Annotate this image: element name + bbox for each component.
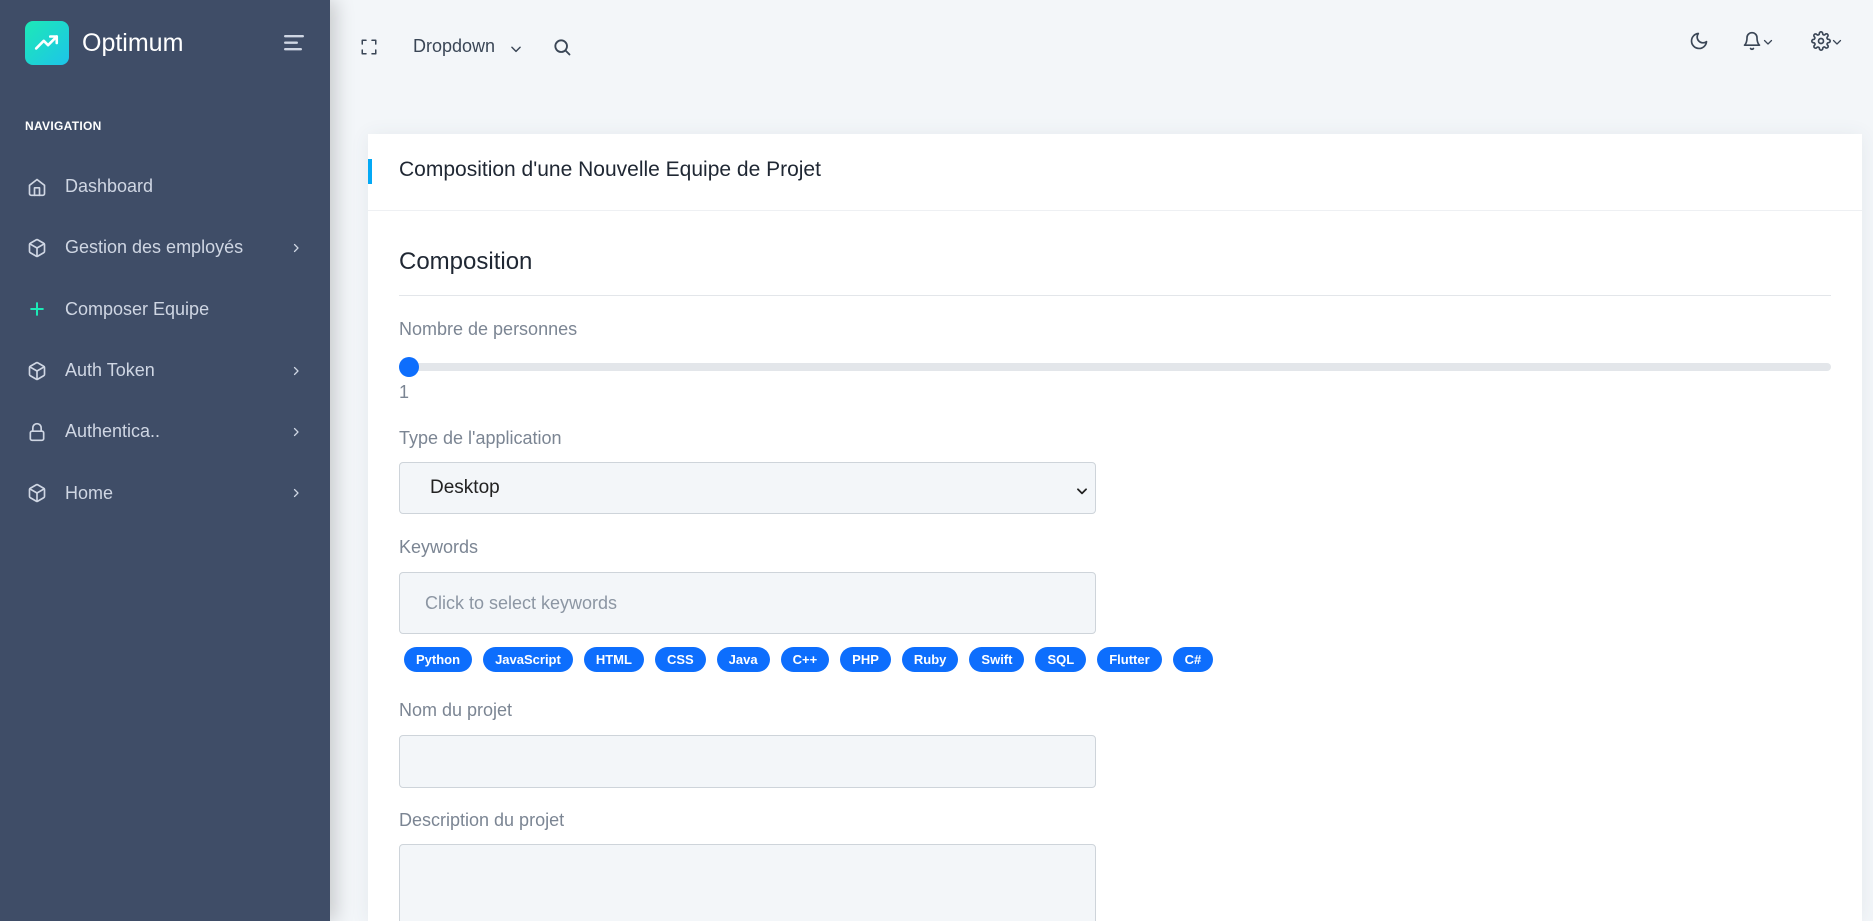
section-title: Composition [399,248,533,275]
brand[interactable]: Optimum [25,21,183,65]
chevron-down-icon [1762,35,1774,53]
lock-icon [27,422,47,442]
team-size-slider-thumb[interactable] [399,357,419,377]
keyword-chip[interactable]: JavaScript [483,647,573,672]
sidebar-item-label: Dashboard [65,176,154,197]
keyword-chip[interactable]: Flutter [1097,647,1162,672]
nav-caption: NAVIGATION [25,119,102,133]
team-size-label: Nombre de personnes [399,319,578,339]
header-dropdown[interactable]: Dropdown [413,36,523,57]
sidebar-item-gestion-employes[interactable]: Gestion des employés [0,217,330,278]
sidebar-item-label: Auth Token [65,360,155,381]
keyword-chip[interactable]: Swift [969,647,1025,672]
sidebar: Optimum NAVIGATION Dashboard Gestion des… [0,0,330,921]
notifications-dropdown[interactable] [1742,31,1774,56]
sidebar-item-auth-token[interactable]: Auth Token [0,340,330,401]
keywords-label: Keywords [399,537,479,557]
settings-dropdown[interactable] [1811,31,1843,56]
search-icon[interactable] [552,37,572,57]
plus-icon [27,299,47,319]
composition-card: Composition d'une Nouvelle Equipe de Pro… [368,134,1862,921]
keyword-chip[interactable]: Java [716,647,770,672]
bell-icon [1742,31,1762,56]
home-icon [27,177,47,197]
project-description-textarea[interactable] [399,844,1096,921]
fullscreen-icon[interactable] [360,38,378,56]
sidebar-item-label: Home [65,482,114,503]
trending-up-icon [25,21,69,65]
chevron-down-icon [1075,482,1089,496]
chevron-down-icon [1831,35,1843,53]
brand-name: Optimum [82,28,184,57]
chevron-right-icon [290,487,302,499]
sidebar-item-authentication[interactable]: Authentica.. [0,401,330,462]
app-type-label: Type de l'application [399,428,562,448]
sidebar-item-label: Authentica.. [65,421,161,442]
app-type-select[interactable]: Desktop [399,462,1096,514]
header-dropdown-label: Dropdown [413,36,496,56]
sidebar-item-label: Gestion des employés [65,237,244,258]
menu-toggle-icon[interactable] [282,33,306,53]
box-icon [27,238,47,258]
box-icon [27,483,47,503]
keyword-chip[interactable]: CSS [654,647,706,672]
project-name-input[interactable] [399,735,1096,788]
keywords-input[interactable] [399,572,1096,634]
keyword-chip[interactable]: Ruby [901,647,959,672]
section-divider [399,295,1831,296]
nav-list: Dashboard Gestion des employés Composer … [0,156,330,524]
team-size-slider-track[interactable] [399,363,1831,371]
keyword-chips: Python JavaScript HTML CSS Java C++ PHP … [404,647,1224,672]
chevron-right-icon [290,365,302,377]
chevron-right-icon [290,426,302,438]
gear-icon [1811,31,1831,56]
keyword-chip[interactable]: Python [404,647,473,672]
project-name-label: Nom du projet [399,700,513,720]
app-type-selected: Desktop [430,477,500,498]
team-size-value: 1 [399,382,410,402]
chevron-right-icon [290,242,302,254]
keyword-chip[interactable]: PHP [840,647,891,672]
sidebar-item-home[interactable]: Home [0,462,330,523]
keyword-chip[interactable]: C++ [780,647,830,672]
keyword-chip[interactable]: HTML [583,647,644,672]
sidebar-item-label: Composer Equipe [65,298,210,319]
keyword-chip[interactable]: SQL [1035,647,1087,672]
sidebar-item-dashboard[interactable]: Dashboard [0,156,330,217]
sidebar-item-composer-equipe[interactable]: Composer Equipe [0,279,330,340]
moon-icon[interactable] [1689,31,1709,51]
page-title: Composition d'une Nouvelle Equipe de Pro… [399,158,821,181]
box-icon [27,361,47,381]
top-header: Dropdown [330,0,1873,92]
chevron-down-icon [509,40,523,54]
project-description-label: Description du projet [399,810,565,830]
keyword-chip[interactable]: C# [1172,647,1214,672]
card-header: Composition d'une Nouvelle Equipe de Pro… [368,134,1862,211]
